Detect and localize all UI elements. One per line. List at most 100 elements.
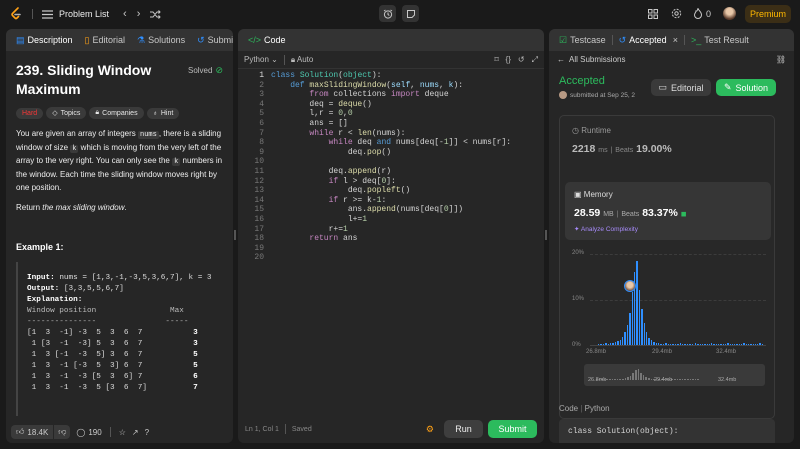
histogram-bar [741,344,743,345]
layout-grid-icon[interactable] [648,9,658,19]
note-icon[interactable] [402,5,419,22]
comments-button[interactable]: ◯ 190 [76,428,101,437]
lightbulb-icon: ♁ [152,109,158,117]
histogram-bar [695,343,697,345]
companies-pill[interactable]: 🔒︎ Companies [89,107,144,119]
tab-editorial[interactable]: ▯ Editorial [81,35,129,46]
histogram-bar [754,344,757,345]
mini-bar [689,379,692,380]
code-panel-header: </> Code [238,29,544,51]
shuffle-icon[interactable] [150,9,162,19]
table-row: 1 3 [-1 -3 5] 3 6 7 5 [27,350,223,361]
right-resize-handle[interactable] [545,230,547,240]
histogram-bar [682,344,684,345]
editorial-button[interactable]: ▭ Editorial [651,79,711,96]
tab-testcase[interactable]: ☑ Testcase [555,35,610,46]
mini-bar [635,370,637,380]
language-select[interactable]: Python ⌄ [244,55,278,64]
format-braces-icon[interactable]: {} [506,55,511,64]
back-arrow-icon[interactable]: ← [557,55,565,64]
current-avatar-marker [624,280,636,292]
histogram-bar [715,344,718,345]
max-cell: 3 [193,328,198,337]
memory-chip-icon: ▣ [574,190,582,199]
mini-bar [684,379,686,380]
expand-icon[interactable]: ⤢ [532,55,538,65]
y-tick-20: 20% [572,250,585,256]
tab-submissions[interactable]: ↺Submissions [193,35,233,46]
all-submissions-link[interactable]: All Submissions [569,55,625,64]
topics-pill[interactable]: ◇ Topics [46,107,87,119]
close-icon[interactable]: × [673,35,678,45]
table-row: [1 3 -1] -3 5 3 6 7 3 [27,328,223,339]
bookmark-icon[interactable]: ⌑ [494,55,498,64]
line-number: 9 [259,147,264,157]
histogram-bar [743,343,745,345]
analyze-complexity[interactable]: ✦ Analyze Complexity [574,225,638,233]
reset-icon[interactable]: ↺ [518,55,525,64]
hint-pill[interactable]: ♁ Hint [146,107,180,119]
submit-button[interactable]: Submit [488,420,537,438]
dislike-button[interactable]: 👎︎ [54,425,71,439]
histogram-bar [636,261,638,345]
auto-mode[interactable]: 🔒︎ Auto [291,55,314,65]
problem-description: You are given an array of integers nums,… [16,129,223,192]
timer-icon[interactable] [379,5,396,22]
memory-distribution-chart[interactable]: 20% 10% 0% 26.8mb 29.4mb 32.4mb 26.8mb 2… [560,246,776,416]
tab-description[interactable]: ▤ Description [12,35,77,46]
mini-bar [640,372,642,380]
histogram-bar [646,332,648,345]
code-editor[interactable]: 1 2 3 4 5 6 7 8 9 10 11 12 13 14 15 16 17 18 19 20 class So… [238,69,544,263]
histogram-bar [643,323,645,345]
line-number: 10 [254,157,264,167]
table-row: 1 3 -1 -3 5 [3 6 7] 7 [27,383,223,394]
help-icon[interactable]: ? [145,428,149,437]
chevron-left-icon[interactable]: ‹ [123,8,127,20]
line-number: 14 [254,195,264,205]
histogram-bar [701,344,704,345]
tab-test-result[interactable]: >_ Test Result [687,35,753,45]
list-icon[interactable] [41,9,53,19]
histogram-bar [686,344,689,345]
submissions-history-icon: ↺ [197,34,205,45]
debug-icon[interactable]: ⚙ [426,424,434,435]
run-button[interactable]: Run [444,420,483,438]
table-row: 1 3 -1 -3 [5 3 6] 7 6 [27,372,223,383]
star-icon[interactable]: ☆ [119,428,126,437]
premium-button[interactable]: Premium [745,5,791,23]
left-resize-handle[interactable] [234,230,236,240]
avatar[interactable] [723,7,736,20]
histogram-bar [731,344,734,345]
leetcode-logo-icon[interactable] [8,6,24,22]
histogram-bar [672,344,674,345]
mini-bar [645,377,647,380]
histogram-bar [670,344,672,345]
return-statement: Return the max sliding window. [16,202,127,212]
cursor-position: Ln 1, Col 1 [245,425,279,433]
window-cell: 1 3 -1 -3 [5 3 6] 7 [27,372,147,381]
line-number: 16 [254,214,264,224]
range-slider[interactable]: 26.8mb 29.4mb 32.4mb [584,364,765,386]
window-cell: 1 3 -1 -3 5 [3 6 7] [27,383,147,392]
mini-bar [694,379,697,380]
link-icon[interactable]: ⛓ [776,55,786,64]
histogram-bar [626,324,629,345]
tab-solutions[interactable]: ⚗ Solutions [133,35,189,46]
memory-card[interactable]: ▣ Memory 28.59 MB | Beats 83.37% ◼ ✦ Ana… [565,182,771,240]
example-block: Input: nums = [1,3,-1,-3,5,3,6,7], k = 3… [16,261,223,416]
runtime-section[interactable]: ◷ Runtime [572,126,611,135]
chevron-right-icon[interactable]: › [137,8,141,20]
histogram-bar [648,337,650,345]
settings-gear-icon[interactable] [671,8,682,19]
line-number: 6 [259,118,264,128]
streak-fire-icon[interactable] [694,8,702,19]
share-icon[interactable]: ↗ [132,428,139,437]
problem-list-link[interactable]: Problem List [59,9,109,19]
thumb-down-icon: 👎︎ [58,427,67,436]
like-button[interactable]: 👍︎ 18.4K [11,425,54,439]
code-body: class Solution(object): def maxSlidingWi… [271,71,512,244]
max-cell: 7 [193,383,198,392]
solution-button[interactable]: ✎ Solution [716,79,776,96]
line-number: 15 [254,205,264,215]
tab-accepted[interactable]: ↺ Accepted × [615,35,682,46]
